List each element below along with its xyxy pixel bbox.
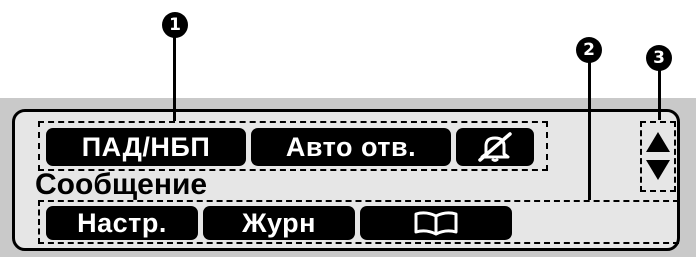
softkey-settings[interactable]: Настр.	[46, 206, 198, 240]
bell-muted-icon	[478, 132, 512, 162]
softkey-pad-nbp-label: ПАД/НБП	[81, 131, 211, 162]
callout-2: 2	[576, 37, 602, 63]
callout-2-leader	[588, 62, 591, 200]
callout-3: 3	[646, 45, 672, 71]
softkey-mute-ringer[interactable]	[456, 128, 534, 166]
callout-1-leader	[173, 37, 176, 121]
status-message: Сообщение	[35, 168, 208, 201]
softkey-call-log-label: Журн	[242, 207, 316, 238]
softkey-auto-answer[interactable]: Авто отв.	[251, 128, 451, 166]
softkey-phonebook[interactable]	[360, 206, 512, 240]
book-icon	[414, 211, 458, 236]
up-down-arrows-icon	[646, 132, 670, 180]
callout-1: 1	[162, 12, 188, 38]
scroll-arrows[interactable]	[644, 128, 672, 186]
softkey-pad-nbp[interactable]: ПАД/НБП	[46, 128, 246, 166]
callout-3-leader	[658, 70, 661, 120]
softkey-call-log[interactable]: Журн	[203, 206, 355, 240]
softkey-auto-answer-label: Авто отв.	[285, 131, 417, 162]
softkey-settings-label: Настр.	[77, 207, 167, 238]
